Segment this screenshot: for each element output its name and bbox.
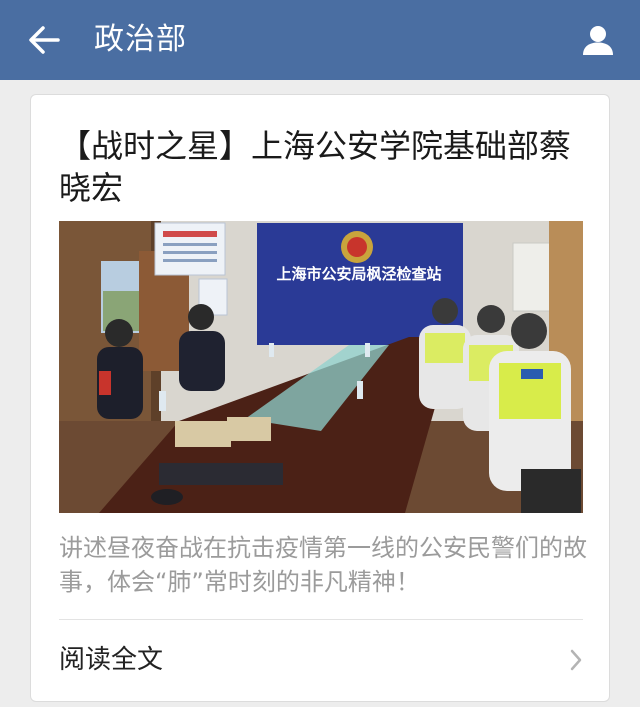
arrow-left-icon (29, 26, 60, 54)
article-title: 【战时之星】上海公安学院基础部蔡晓宏 (59, 127, 572, 207)
back-button[interactable] (22, 18, 66, 62)
article-card[interactable]: 【战时之星】上海公安学院基础部蔡晓宏 上海市公安局枫泾检查站 讲述昼夜奋战在抗击… (30, 94, 610, 702)
chevron-right-icon (569, 648, 583, 676)
article-description: 讲述昼夜奋战在抗击疫情第一线的公安民警们的故事，体会“肺”常时刻的非凡精神！ (59, 534, 587, 596)
top-bar: 政治部 (0, 0, 640, 80)
page-title: 政治部 (94, 22, 187, 57)
user-profile-button[interactable] (576, 18, 620, 62)
sign-text: 上海市公安局枫泾检查站 (276, 265, 441, 283)
article-cover-image[interactable]: 上海市公安局枫泾检查站 (59, 221, 583, 513)
user-icon (583, 26, 613, 55)
read-more-row[interactable]: 阅读全文 (31, 620, 609, 702)
read-more-label: 阅读全文 (59, 645, 164, 675)
